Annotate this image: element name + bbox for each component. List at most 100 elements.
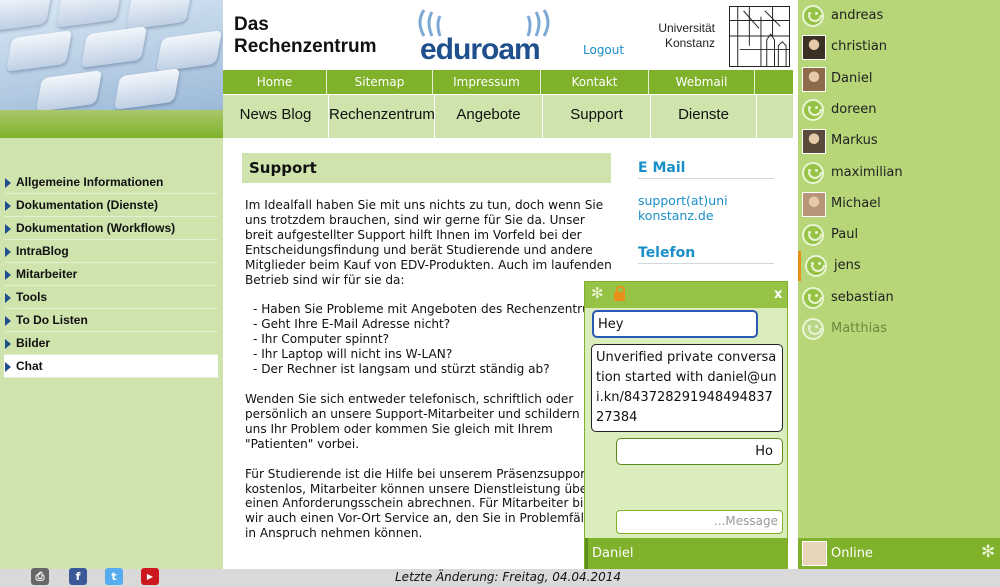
buddy-avatar bbox=[802, 35, 826, 61]
list-item: - Geht Ihre E-Mail Adresse nicht? bbox=[253, 317, 451, 332]
buddy-item[interactable]: christian bbox=[798, 32, 1000, 62]
arrow-right-icon bbox=[5, 201, 11, 211]
sidebar-item[interactable]: Dokumentation (Dienste) bbox=[4, 194, 218, 217]
nav-home[interactable]: Home bbox=[223, 70, 327, 94]
sidebar-item-label: IntraBlog bbox=[16, 244, 69, 258]
buddy-item[interactable]: jens bbox=[798, 251, 1000, 282]
sidebar-item-label: Bilder bbox=[16, 336, 51, 350]
chat-message-input[interactable]: ...Message bbox=[616, 510, 783, 534]
buddy-item[interactable]: maximilian bbox=[798, 158, 1000, 188]
email-heading: E Mail bbox=[638, 160, 774, 179]
buddy-name: Markus bbox=[831, 133, 878, 149]
list-item: - Der Rechner ist langsam und stürzt stä… bbox=[253, 362, 550, 377]
buddy-avatar bbox=[802, 129, 826, 155]
buddy-name: doreen bbox=[831, 101, 877, 117]
online-status-label[interactable]: Online bbox=[831, 546, 873, 561]
encryption-lock-icon[interactable] bbox=[614, 286, 625, 301]
email-link[interactable]: support(at)uni konstanz.de bbox=[638, 193, 774, 223]
smiley-status-icon bbox=[802, 318, 824, 340]
buddy-item[interactable]: Markus bbox=[798, 126, 1000, 156]
university-crest-logo[interactable] bbox=[729, 6, 790, 67]
buddy-name: maximilian bbox=[831, 164, 903, 180]
smiley-status-icon bbox=[802, 224, 824, 247]
sidebar-item[interactable]: IntraBlog bbox=[4, 240, 218, 263]
buddy-item[interactable]: doreen bbox=[798, 95, 1000, 125]
subnav-news-blog[interactable]: News Blog bbox=[223, 95, 329, 138]
arrow-right-icon bbox=[5, 293, 11, 303]
facebook-icon[interactable]: f bbox=[69, 568, 87, 585]
settings-gear-icon[interactable]: ✻ bbox=[981, 544, 995, 561]
buddy-avatar bbox=[802, 191, 826, 217]
chat-settings-gear-icon[interactable]: ✻ bbox=[591, 286, 604, 301]
sidebar-item-label: Mitarbeiter bbox=[16, 267, 78, 281]
nav-kontakt[interactable]: Kontakt bbox=[541, 70, 649, 94]
buddy-name: christian bbox=[831, 39, 888, 55]
sidebar-item[interactable]: To Do Listen bbox=[4, 309, 218, 332]
subnav-rechenzentrum[interactable]: Rechenzentrum bbox=[329, 95, 435, 138]
sidebar-item-label: Chat bbox=[16, 359, 43, 373]
youtube-icon[interactable]: ▶ bbox=[141, 568, 159, 585]
sidebar-item[interactable]: Tools bbox=[4, 286, 218, 309]
arrow-right-icon bbox=[5, 316, 11, 326]
buddy-item[interactable]: Paul bbox=[798, 220, 1000, 250]
buddy-avatar bbox=[802, 66, 826, 92]
buddy-name: andreas bbox=[831, 8, 884, 23]
logout-link[interactable]: Logout bbox=[583, 43, 624, 57]
buddy-name: jens bbox=[834, 258, 861, 274]
buddy-item[interactable]: sebastian bbox=[798, 283, 1000, 313]
chat-message: Hey bbox=[592, 310, 758, 338]
sidebar-item[interactable]: Mitarbeiter bbox=[4, 263, 218, 286]
list-item: - Ihr Computer spinnt? bbox=[253, 332, 390, 347]
nav-webmail[interactable]: Webmail bbox=[649, 70, 755, 94]
user-avatar[interactable] bbox=[802, 541, 827, 566]
sidebar-item[interactable]: Chat bbox=[4, 355, 218, 378]
article-paragraph: Wenden Sie sich entweder telefonisch, sc… bbox=[245, 391, 602, 451]
article-paragraph: Für Studierende ist die Hilfe bei unsere… bbox=[245, 466, 608, 540]
buddy-name: Michael bbox=[831, 195, 881, 211]
sidebar-item-label: To Do Listen bbox=[16, 313, 88, 327]
twitter-icon[interactable]: t bbox=[105, 568, 123, 585]
subnav-angebote[interactable]: Angebote bbox=[435, 95, 543, 138]
nav-impressum[interactable]: Impressum bbox=[433, 70, 541, 94]
smiley-status-icon bbox=[802, 161, 824, 184]
chat-partner-name[interactable]: Daniel bbox=[592, 546, 633, 561]
sidebar-item-label: Dokumentation (Workflows) bbox=[16, 221, 176, 235]
sidebar-item[interactable]: Bilder bbox=[4, 332, 218, 355]
buddy-item[interactable]: Daniel bbox=[798, 64, 1000, 94]
arrow-right-icon bbox=[5, 224, 11, 234]
printer-icon[interactable]: ⎙ bbox=[31, 568, 49, 585]
nav-sitemap[interactable]: Sitemap bbox=[327, 70, 433, 94]
sidebar-menu: Allgemeine Informationen Dokumentation (D… bbox=[4, 171, 218, 378]
site-title[interactable]: Das Rechenzentrum bbox=[234, 14, 377, 58]
list-item: - Ihr Laptop will nicht ins W-LAN? bbox=[253, 347, 453, 362]
sidebar-item-label: Allgemeine Informationen bbox=[16, 175, 164, 189]
section-navigation: News Blog Rechenzentrum Angebote Support… bbox=[223, 95, 793, 138]
list-item: - Haben Sie Probleme mit Angeboten des R… bbox=[253, 302, 608, 317]
buddy-item[interactable]: Michael bbox=[798, 189, 1000, 219]
buddy-name: sebastian bbox=[831, 289, 894, 305]
eduroam-logo[interactable]: eduroam bbox=[420, 33, 541, 67]
article-paragraph: Im Idealfall haben Sie mit uns nichts zu… bbox=[245, 198, 611, 287]
buddy-name: Paul bbox=[831, 227, 859, 243]
smiley-status-icon bbox=[802, 5, 824, 27]
arrow-right-icon bbox=[5, 362, 11, 372]
chat-close-button[interactable]: x bbox=[774, 287, 782, 302]
subnav-support[interactable]: Support bbox=[543, 95, 651, 138]
chat-message: Ho bbox=[616, 438, 783, 465]
last-modified: Letzte Änderung: Freitag, 04.04.2014 bbox=[395, 570, 621, 584]
header-keyboard-image bbox=[0, 0, 223, 138]
arrow-right-icon bbox=[5, 178, 11, 188]
problem-list: - Haben Sie Probleme mit Angeboten des R… bbox=[245, 302, 611, 377]
sidebar-item[interactable]: Dokumentation (Workflows) bbox=[4, 217, 218, 240]
smiley-status-icon bbox=[805, 255, 827, 278]
sidebar-item-label: Dokumentation (Dienste) bbox=[16, 198, 159, 212]
buddy-item[interactable]: Matthias bbox=[798, 314, 1000, 344]
chat-system-message: Unverified private conversation started … bbox=[591, 344, 783, 432]
chat-window: ✻ x Hey Unverified private conversation … bbox=[584, 281, 788, 569]
buddy-item[interactable]: andreas bbox=[798, 1, 1000, 31]
subnav-dienste[interactable]: Dienste bbox=[651, 95, 757, 138]
smiley-status-icon bbox=[802, 98, 824, 121]
smiley-status-icon bbox=[802, 286, 824, 309]
sidebar-item[interactable]: Allgemeine Informationen bbox=[4, 171, 218, 194]
arrow-right-icon bbox=[5, 247, 11, 257]
